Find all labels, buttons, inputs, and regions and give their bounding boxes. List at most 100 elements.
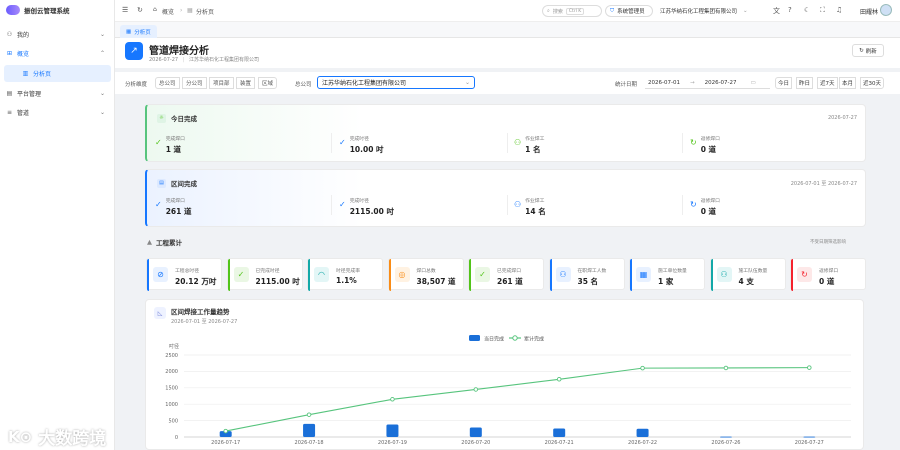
kpi-card: ▦ 施工单位数量 1 家 [629,258,705,291]
kpi-value: 20.12 万吋 [175,277,217,286]
refresh-button[interactable]: ↻ 刷新 [852,44,884,57]
notification-icon[interactable]: ♫ [836,6,842,14]
sidebar-item-overview[interactable]: ⊞ 概览 ⌃ [0,46,115,60]
divider: | [182,57,185,63]
tenant-button[interactable]: ⛉ 系统管理员 [605,5,653,17]
kpi-card: ✓ 已完成焊口 261 道 [468,258,544,291]
sidebar-item-mine[interactable]: ⚇ 我的 ⌄ [0,27,115,41]
app-title: 振创云管理系统 [24,7,70,15]
watermark-text: 大数跨境 [38,429,107,449]
quick-month[interactable]: 本月 [839,77,857,89]
gauge-icon: ◠ [314,267,329,282]
kpi-label: 已完成焊口 [497,269,521,274]
dimension-option-branch[interactable]: 分公司 [182,77,207,89]
user-icon: ⚇ [555,267,571,282]
line-point [556,377,562,382]
today-stat-welders: ⚇ 作业焊工 1 名 [514,135,544,155]
page-company: 江苏华纳石化工程集团有限公司 [188,57,259,63]
bar [469,427,482,437]
dimension-label: 分析维度 [125,82,148,88]
reload-icon[interactable]: ↻ [137,6,143,14]
user-icon: ⚇ [6,30,13,38]
pipe-icon: ≡ [6,108,13,116]
range-stat-welders: ⚇ 作业焊工 14 名 [514,197,546,217]
dimension-option-project[interactable]: 项目部 [209,77,234,89]
chevron-down-icon: ⌄ [99,89,105,97]
theme-icon[interactable]: ☾ [804,6,810,14]
x-tick-label: 2026-07-18 [295,440,324,446]
y-tick-label: 1500 [165,386,178,392]
company-value: 江苏华纳石化工程集团有限公司 [322,80,407,87]
stat-label: 完成吋径 [349,137,369,142]
quick-today[interactable]: 今日 [775,77,793,89]
translate-icon[interactable]: 文 [773,6,780,16]
search-input[interactable]: ⌕ 搜索 Ctrl K [542,5,602,17]
range-stat-welds: ✓ 完成焊口 261 道 [155,197,191,217]
sidebar-item-pipe[interactable]: ≡ 管道 ⌄ [0,105,115,119]
company-value: 江苏华纳石化工程集团有限公司 [660,9,738,15]
page-subtitle: 2026-07-27 | 江苏华纳石化工程集团有限公司 [149,56,259,63]
sidebar-item-label: 我的 [17,31,30,39]
stat-label: 返修焊口 [700,199,720,204]
stat-value: 10.00 吋 [349,145,384,154]
breadcrumb-overview[interactable]: 概览 [162,7,174,16]
quick-7days[interactable]: 近7天 [817,77,838,89]
page-title: 管道焊接分析 [149,46,209,57]
range-title: 区间完成 [171,180,197,188]
dimension-option-hq[interactable]: 总公司 [155,77,180,89]
refresh-icon: ↻ [859,47,864,54]
sidebar-item-platform[interactable]: ▤ 平台管理 ⌄ [0,86,115,100]
today-stat-welds: ✓ 完成焊口 1 道 [155,135,185,155]
shield-check-icon: ✓ [233,267,249,282]
cumulative-note: 不受日期筛选影响 [810,240,846,245]
quick-yesterday[interactable]: 昨日 [796,77,814,89]
range-stat-inches: ✓ 完成吋径 2115.00 吋 [339,197,394,217]
search-shortcut: Ctrl K [565,7,585,15]
kpi-value: 0 道 [819,277,835,286]
kpi-value: 261 道 [497,277,523,286]
chart-line-icon: ↗ [125,42,143,60]
trend-card: ◺ 区间焊接工作量趋势 2026-07-01 至 2026-07-27 当日完成… [145,299,864,450]
x-tick-label: 2026-07-21 [545,440,574,446]
bar [386,424,399,437]
menu-toggle-icon[interactable]: ☰ [122,6,128,14]
kpi-card: ⚇ 在职焊工人数 35 名 [548,258,625,291]
x-tick-label: 2026-07-17 [211,440,240,446]
legend-label: 当日完成 [484,336,504,343]
y-tick-label: 1000 [165,402,178,408]
page-header: ↗ 管道焊接分析 2026-07-27 | 江苏华纳石化工程集团有限公司 ↻ 刷… [115,38,900,68]
company-select[interactable]: 江苏华纳石化工程集团有限公司 ⌄ [317,76,475,89]
divider [507,133,508,153]
trend-chart: 当日完成 累计完成吋径 0 500 1000 1500 2000 2500 2026-07-17… [165,335,851,446]
tab-bar: ▦ 分析页 [115,22,900,38]
company-label: 总公司 [295,82,312,88]
search-icon: ⌕ [547,8,550,14]
date-range-picker[interactable]: 2026-07-01 → 2026-07-27 ▭ [645,77,770,89]
target-icon: ◎ [394,267,410,282]
quick-30days[interactable]: 近30天 [860,77,884,89]
chevron-down-icon: ⌄ [99,30,105,38]
stat-label: 完成吋径 [349,199,369,204]
chevron-up-icon: ⌃ [99,49,105,57]
sidebar-item-analysis[interactable]: ▥ 分析页 [4,65,111,82]
chart-icon: ▦ [126,28,132,35]
home-icon[interactable]: ⌂ [153,6,157,13]
breadcrumb-analysis[interactable]: 分析页 [196,7,214,16]
user-name[interactable]: 田耀林 [860,7,878,16]
kpi-accent [227,259,230,291]
team-icon: ⚇ [716,267,732,282]
check-circle-icon: ✓ [339,200,346,209]
help-icon[interactable]: ? [788,6,792,14]
divider [331,133,332,153]
range-header: ▤ 区间完成 [157,178,197,188]
app-logo[interactable]: 振创云管理系统 [6,5,70,15]
stat-value: 0 道 [700,207,717,216]
check-circle-icon: ✓ [339,138,346,147]
dimension-option-unit[interactable]: 装置 [236,77,256,89]
company-select[interactable]: 江苏华纳石化工程集团有限公司 ⌄ [656,5,766,17]
tab-analysis[interactable]: ▦ 分析页 [120,25,157,38]
kpi-card: ◠ 吋径完成率 1.1% [307,258,383,291]
avatar[interactable] [880,4,892,16]
dimension-option-area[interactable]: 区域 [258,77,278,89]
fullscreen-icon[interactable]: ⛶ [820,6,825,15]
